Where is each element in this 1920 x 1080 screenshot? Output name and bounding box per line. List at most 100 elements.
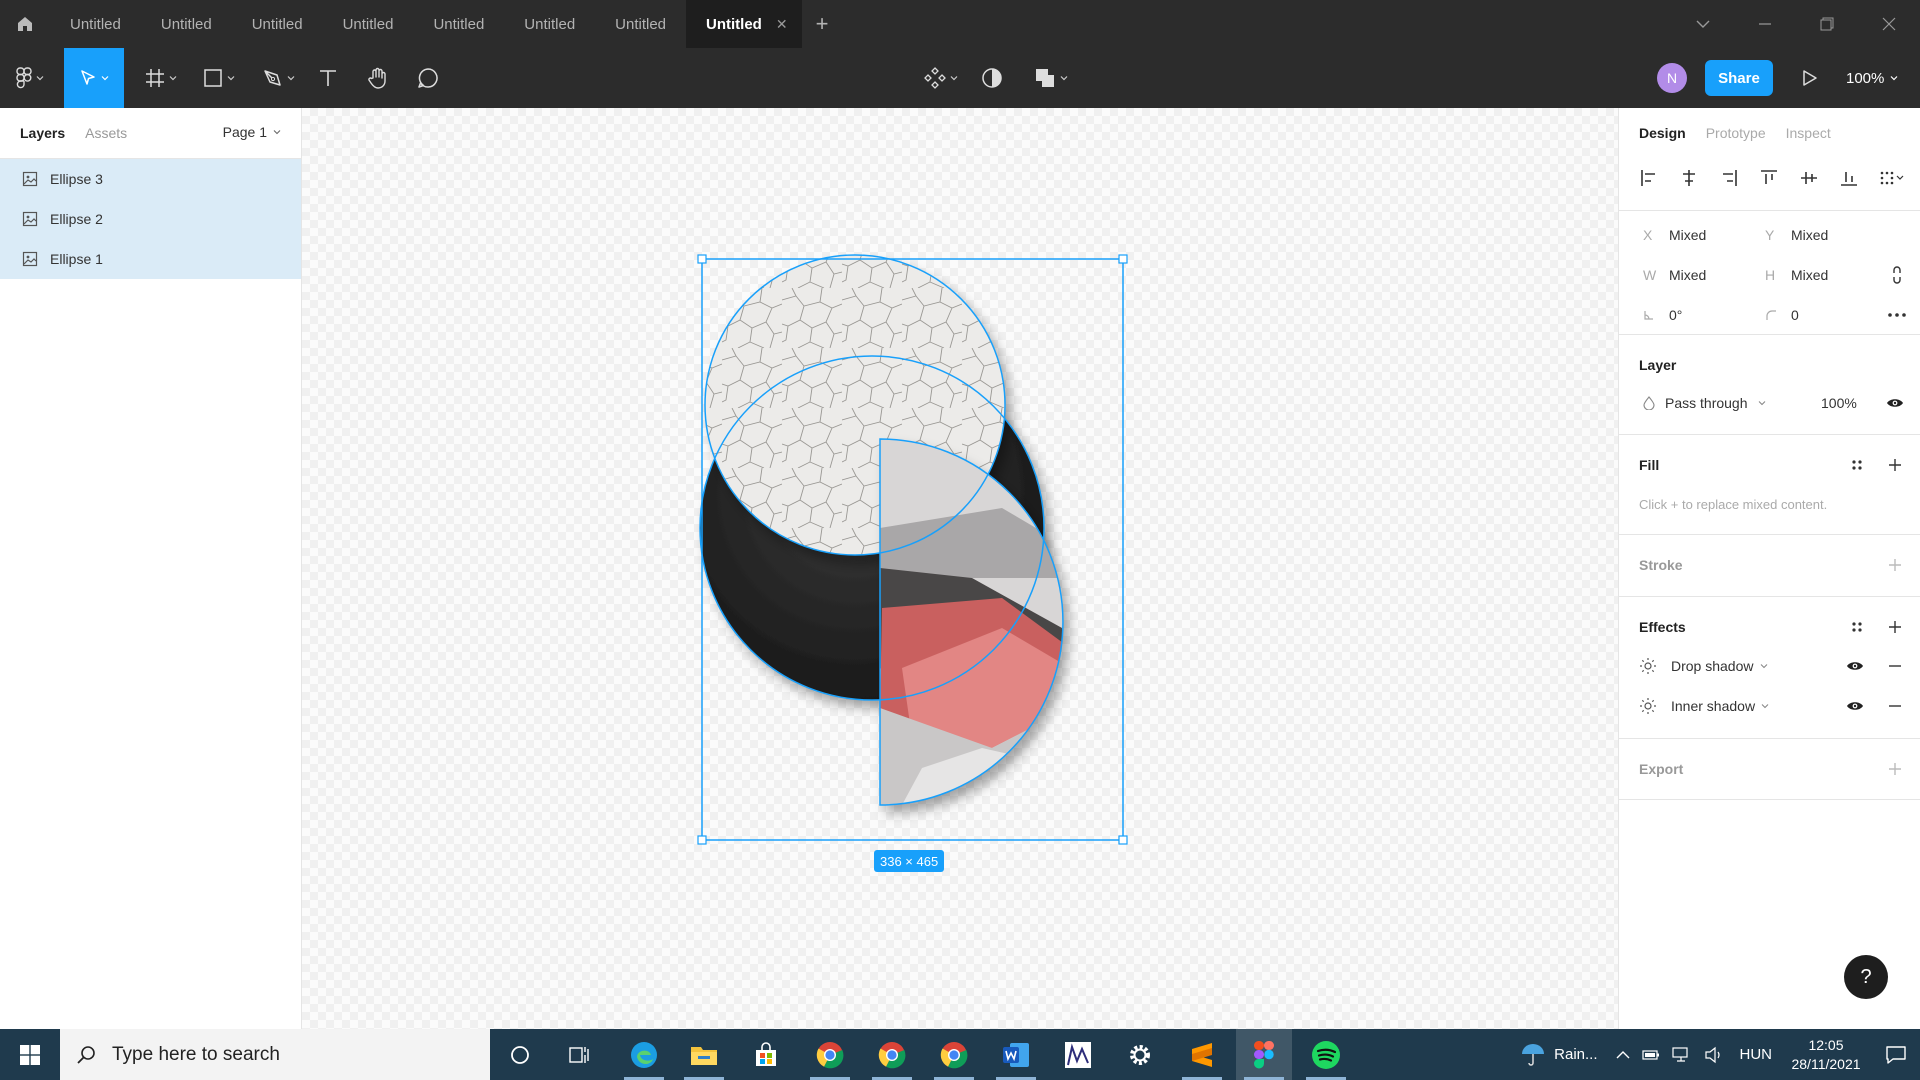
close-icon[interactable]: ✕	[776, 16, 788, 33]
file-tab[interactable]: Untitled	[323, 0, 414, 48]
y-field[interactable]: Y Mixed	[1765, 227, 1828, 243]
chrome-app[interactable]	[802, 1029, 858, 1080]
page-dropdown[interactable]: Page 1	[223, 124, 281, 140]
language-indicator[interactable]: HUN	[1732, 1046, 1781, 1063]
fill-styles-button[interactable]	[1845, 453, 1869, 477]
tab-layers[interactable]: Layers	[20, 125, 65, 141]
frame-tool[interactable]	[136, 48, 186, 108]
add-export-button[interactable]	[1883, 757, 1907, 781]
text-tool[interactable]	[312, 48, 344, 108]
file-tab[interactable]: Untitled	[595, 0, 686, 48]
file-explorer-app[interactable]	[676, 1029, 732, 1080]
cortana-button[interactable]	[492, 1029, 548, 1080]
tab-design[interactable]: Design	[1639, 125, 1686, 141]
volume-icon[interactable]	[1704, 1046, 1724, 1064]
chevron-up-icon[interactable]	[1616, 1050, 1630, 1060]
spotify-icon	[1312, 1040, 1340, 1069]
task-view-button[interactable]	[552, 1029, 608, 1080]
home-button[interactable]	[0, 0, 50, 48]
close-window-icon[interactable]	[1858, 0, 1920, 48]
artwork[interactable]	[302, 108, 1618, 1029]
settings-app[interactable]	[1112, 1029, 1168, 1080]
canvas[interactable]: 336 × 465	[302, 108, 1618, 1029]
avatar[interactable]: N	[1657, 63, 1687, 93]
layer-row[interactable]: Ellipse 1	[0, 239, 301, 279]
distribute-icon[interactable]	[1879, 168, 1905, 188]
file-tab[interactable]: Untitled	[413, 0, 504, 48]
boolean-tool[interactable]	[1030, 48, 1072, 108]
align-top-icon[interactable]	[1759, 168, 1779, 188]
remove-effect-button[interactable]	[1883, 654, 1907, 678]
sublime-app[interactable]	[1174, 1029, 1230, 1080]
component-tool[interactable]	[918, 48, 964, 108]
chevron-down-icon	[950, 76, 958, 81]
layer-row[interactable]: Ellipse 3	[0, 159, 301, 199]
effect-item-inner-shadow[interactable]: Inner shadow	[1639, 697, 1769, 715]
network-icon[interactable]	[1671, 1046, 1692, 1064]
chevron-down-icon	[273, 130, 281, 135]
effect-item-drop-shadow[interactable]: Drop shadow	[1639, 657, 1768, 675]
comment-tool[interactable]	[410, 48, 446, 108]
height-field[interactable]: H Mixed	[1765, 267, 1828, 283]
effect-styles-button[interactable]	[1845, 615, 1869, 639]
stock-app[interactable]	[1050, 1029, 1106, 1080]
present-button[interactable]	[1796, 48, 1824, 108]
word-app[interactable]	[988, 1029, 1044, 1080]
zoom-dropdown[interactable]: 100%	[1846, 48, 1898, 108]
start-button[interactable]	[0, 1029, 60, 1080]
active-file-tab[interactable]: Untitled ✕	[686, 0, 802, 48]
hand-tool[interactable]	[360, 48, 396, 108]
align-center-horizontal-icon[interactable]	[1679, 168, 1699, 188]
tab-assets[interactable]: Assets	[85, 125, 127, 141]
tab-inspect[interactable]: Inspect	[1786, 125, 1831, 141]
remove-effect-button[interactable]	[1883, 694, 1907, 718]
mask-tool[interactable]	[978, 48, 1006, 108]
main-menu-button[interactable]	[6, 48, 54, 108]
file-tab[interactable]: Untitled	[141, 0, 232, 48]
rotation-field[interactable]: 0°	[1643, 307, 1682, 323]
shape-tool[interactable]	[194, 48, 244, 108]
effect-visibility-toggle[interactable]	[1843, 654, 1867, 678]
x-field[interactable]: X Mixed	[1643, 227, 1706, 243]
pen-tool[interactable]	[254, 48, 304, 108]
chevron-down-icon[interactable]	[1672, 0, 1734, 48]
help-button[interactable]: ?	[1844, 955, 1888, 999]
edge-app[interactable]	[616, 1029, 672, 1080]
add-effect-button[interactable]	[1883, 615, 1907, 639]
file-tab[interactable]: Untitled	[50, 0, 141, 48]
constrain-proportions-toggle[interactable]	[1885, 263, 1909, 287]
tab-prototype[interactable]: Prototype	[1706, 125, 1766, 141]
opacity-field[interactable]: 100%	[1821, 395, 1857, 411]
battery-icon[interactable]	[1641, 1049, 1660, 1061]
layer-row[interactable]: Ellipse 2	[0, 199, 301, 239]
blend-mode-dropdown[interactable]: Pass through	[1643, 395, 1766, 411]
plus-icon[interactable]: +	[802, 0, 843, 48]
effect-visibility-toggle[interactable]	[1843, 694, 1867, 718]
taskbar-search[interactable]: Type here to search	[60, 1029, 490, 1080]
restore-icon[interactable]	[1796, 0, 1858, 48]
store-app[interactable]	[738, 1029, 794, 1080]
layer-visibility-toggle[interactable]	[1883, 391, 1907, 415]
chrome-app[interactable]	[926, 1029, 982, 1080]
share-button[interactable]: Share	[1705, 60, 1773, 96]
corner-radius-field[interactable]: 0	[1765, 307, 1799, 323]
file-tab[interactable]: Untitled	[232, 0, 323, 48]
align-bottom-icon[interactable]	[1839, 168, 1859, 188]
figma-app[interactable]	[1236, 1029, 1292, 1080]
layer-section: Layer Pass through 100%	[1619, 334, 1920, 434]
notifications-button[interactable]	[1872, 1045, 1920, 1065]
align-left-icon[interactable]	[1639, 168, 1659, 188]
move-tool[interactable]	[64, 48, 124, 108]
chrome-app[interactable]	[864, 1029, 920, 1080]
spotify-app[interactable]	[1298, 1029, 1354, 1080]
file-tab[interactable]: Untitled	[504, 0, 595, 48]
align-center-vertical-icon[interactable]	[1799, 168, 1819, 188]
minimize-icon[interactable]	[1734, 0, 1796, 48]
more-options-button[interactable]	[1885, 303, 1909, 327]
add-fill-button[interactable]	[1883, 453, 1907, 477]
align-right-icon[interactable]	[1719, 168, 1739, 188]
width-field[interactable]: W Mixed	[1643, 267, 1706, 283]
clock[interactable]: 12:05 28/11/2021	[1780, 1036, 1872, 1074]
add-stroke-button[interactable]	[1883, 553, 1907, 577]
weather-widget[interactable]: Rain...	[1510, 1042, 1607, 1068]
